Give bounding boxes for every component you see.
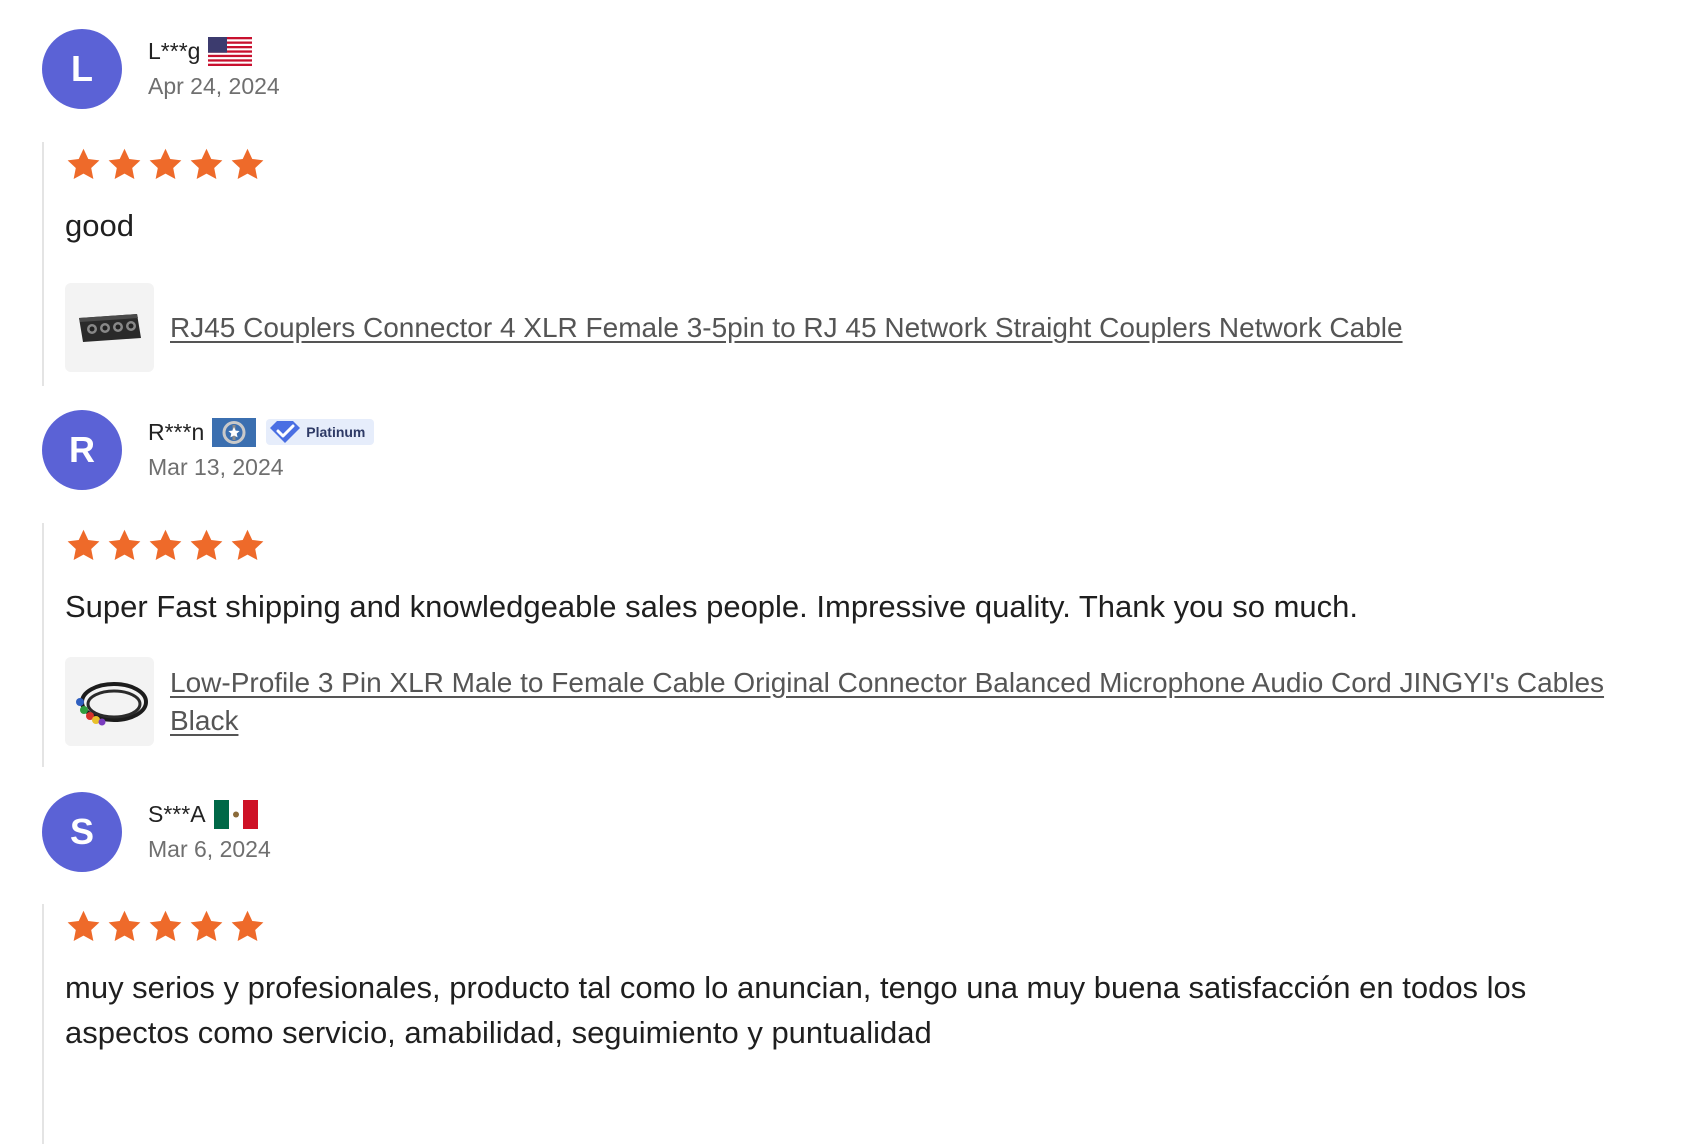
- review-date: Apr 24, 2024: [148, 73, 280, 99]
- mexico-flag-icon: [213, 799, 258, 829]
- us-flag-icon: [208, 36, 253, 66]
- star-icon: [67, 148, 100, 179]
- review-date: Mar 6, 2024: [148, 836, 271, 862]
- star-icon: [108, 148, 141, 179]
- review-body: muy serios y profesionales, producto tal…: [42, 904, 1645, 1144]
- product-link[interactable]: RJ45 Couplers Connector 4 XLR Female 3-5…: [170, 309, 1403, 347]
- star-icon: [67, 910, 100, 941]
- star-icon: [149, 529, 182, 560]
- star-icon: [231, 148, 264, 179]
- northern-mariana-islands-flag-icon: [212, 417, 257, 447]
- platinum-badge: Platinum: [266, 419, 375, 445]
- review-text: muy serios y profesionales, producto tal…: [65, 970, 1527, 1050]
- product-link[interactable]: Low-Profile 3 Pin XLR Male to Female Cab…: [170, 664, 1620, 740]
- review-body: Super Fast shipping and knowledgeable sa…: [42, 523, 1645, 767]
- avatar: R: [42, 410, 122, 490]
- star-icon: [190, 529, 223, 560]
- reviewer-name: R***n: [148, 418, 205, 445]
- review-body: good RJ45 Couplers Connector 4 XLR Femal…: [42, 142, 1645, 386]
- avatar: L: [42, 29, 122, 109]
- star-icon: [67, 529, 100, 560]
- star-icon: [149, 148, 182, 179]
- star-rating: [65, 907, 1645, 945]
- coiled-xlr-cables-thumbnail[interactable]: [65, 657, 154, 746]
- star-icon: [190, 910, 223, 941]
- reviewed-product[interactable]: RJ45 Couplers Connector 4 XLR Female 3-5…: [65, 283, 1645, 372]
- reviewer-info: L***g: [148, 34, 253, 68]
- reviewer-info: S***A: [148, 797, 258, 831]
- verified-check-icon: [270, 421, 301, 443]
- reviewer-name: S***A: [148, 800, 206, 827]
- badge-label: Platinum: [306, 424, 366, 440]
- xlr-coupler-box-thumbnail[interactable]: [65, 283, 154, 372]
- avatar: S: [42, 792, 122, 872]
- star-icon: [231, 529, 264, 560]
- review-text: good: [65, 208, 134, 243]
- reviewer-info: R***n Platinum: [148, 415, 375, 449]
- review-date: Mar 13, 2024: [148, 454, 284, 480]
- star-icon: [149, 910, 182, 941]
- reviewed-product[interactable]: Low-Profile 3 Pin XLR Male to Female Cab…: [65, 657, 1645, 746]
- star-rating: [65, 145, 1645, 183]
- star-icon: [108, 910, 141, 941]
- reviewer-name: L***g: [148, 37, 201, 64]
- star-icon: [231, 910, 264, 941]
- star-icon: [108, 529, 141, 560]
- star-rating: [65, 526, 1645, 564]
- star-icon: [190, 148, 223, 179]
- review-text: Super Fast shipping and knowledgeable sa…: [65, 589, 1358, 624]
